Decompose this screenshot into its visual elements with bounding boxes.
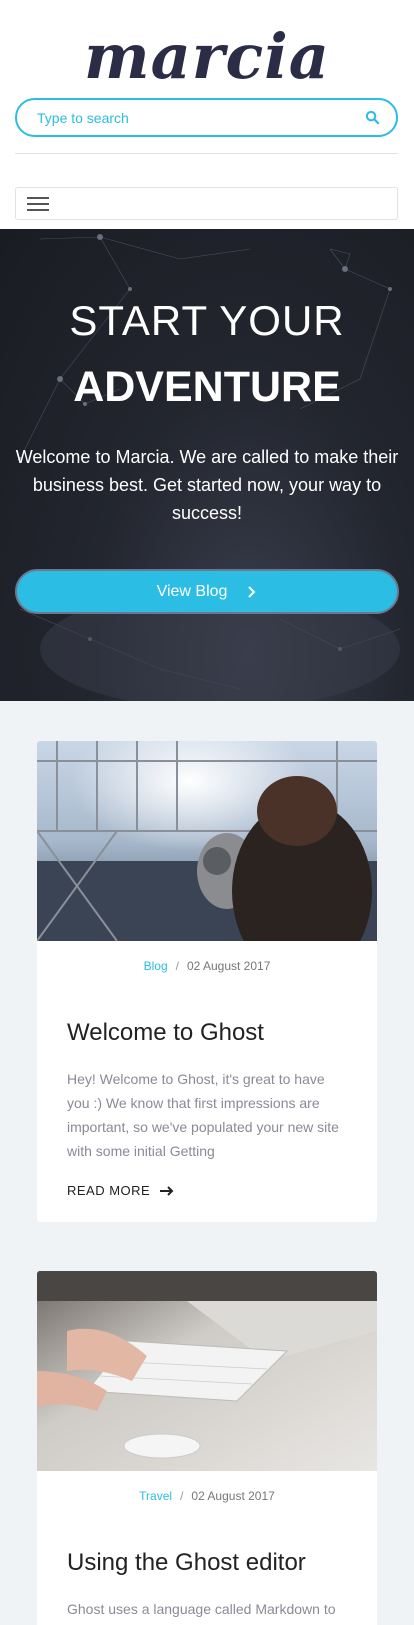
read-more-link[interactable]: READ MORE xyxy=(67,1183,174,1198)
chevron-right-icon xyxy=(248,585,256,598)
hero-heading-line2: ADVENTURE xyxy=(73,363,341,411)
search-box xyxy=(15,98,398,137)
post-feed: Blog / 02 August 2017 Welcome to Ghost Hey… xyxy=(0,701,414,1625)
post-image-graphic xyxy=(37,1271,377,1471)
search-icon[interactable] xyxy=(365,110,380,125)
post-image[interactable] xyxy=(37,1271,377,1471)
hero-description: Welcome to Marcia. We are called to make… xyxy=(15,447,399,523)
post-category-link[interactable]: Travel xyxy=(139,1489,172,1503)
post-title[interactable]: Welcome to Ghost xyxy=(67,1019,347,1047)
post-excerpt: Hey! Welcome to Ghost, it's great to hav… xyxy=(67,1071,339,1159)
view-blog-button[interactable]: View Blog xyxy=(15,569,399,614)
post-excerpt: Ghost uses a language called Markdown to xyxy=(67,1601,336,1617)
hamburger-menu-icon[interactable] xyxy=(27,197,49,212)
nav-menu-bar xyxy=(15,187,398,220)
post-meta: Travel / 02 August 2017 xyxy=(37,1489,377,1503)
search-input[interactable] xyxy=(37,100,357,135)
read-more-label: READ MORE xyxy=(67,1183,151,1198)
post-title[interactable]: Using the Ghost editor xyxy=(67,1549,347,1577)
site-logo[interactable]: marcia xyxy=(0,22,414,92)
meta-separator: / xyxy=(180,1489,184,1503)
hero-heading-line1: START YOUR xyxy=(69,297,345,344)
post-card: Travel / 02 August 2017 Using the Ghost ed… xyxy=(37,1271,377,1625)
post-image-graphic xyxy=(37,741,377,941)
meta-separator: / xyxy=(175,959,179,973)
arrow-right-icon xyxy=(160,1185,174,1196)
post-date: 02 August 2017 xyxy=(186,959,271,973)
header-divider xyxy=(15,153,398,154)
view-blog-button-label: View Blog xyxy=(156,582,228,600)
site-header: marcia xyxy=(0,0,414,229)
post-date: 02 August 2017 xyxy=(191,1489,275,1503)
hero-section: START YOUR ADVENTURE Welcome to Marcia. … xyxy=(0,229,414,701)
post-card: Blog / 02 August 2017 Welcome to Ghost Hey… xyxy=(37,741,377,1222)
post-image[interactable] xyxy=(37,741,377,941)
post-meta: Blog / 02 August 2017 xyxy=(37,959,377,973)
post-category-link[interactable]: Blog xyxy=(144,959,168,973)
